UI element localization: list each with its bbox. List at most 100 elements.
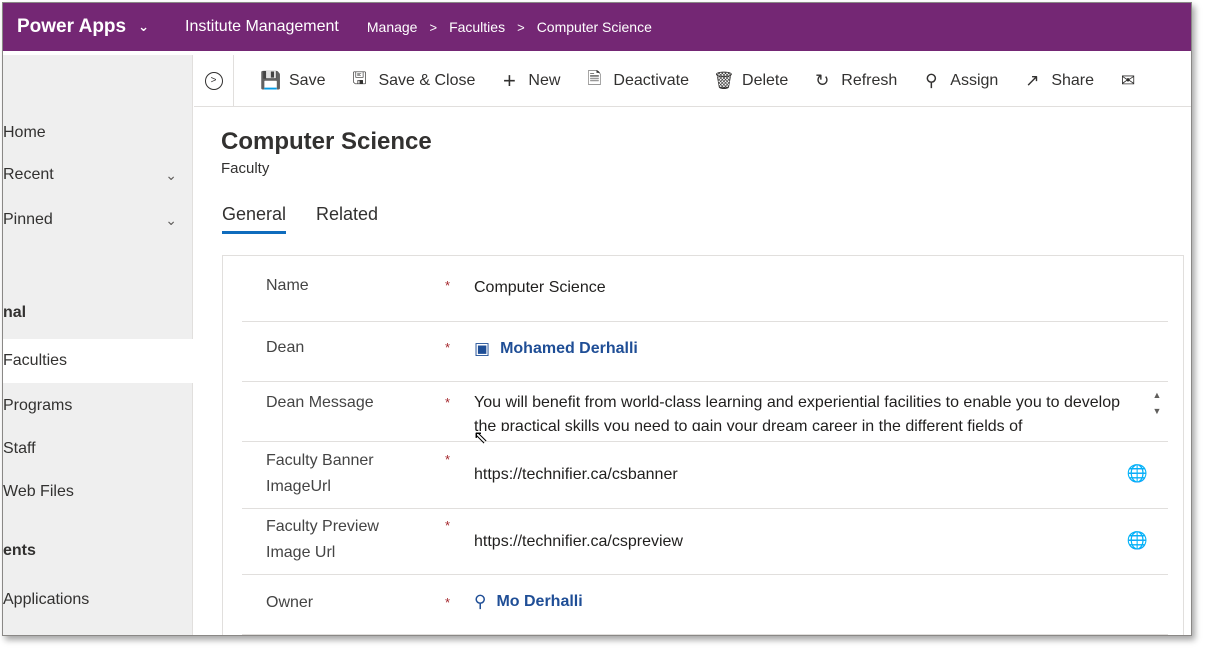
- share-icon: ↗: [1025, 70, 1040, 90]
- breadcrumb-faculties[interactable]: Faculties: [449, 19, 505, 35]
- save-close-button[interactable]: 🖫 Save & Close: [337, 66, 487, 95]
- chevron-right-icon: >: [429, 19, 438, 35]
- preview-url-input[interactable]: https://technifier.ca/cspreview: [474, 533, 683, 551]
- collapse-button[interactable]: >: [194, 54, 234, 107]
- field-row-preview-url: Faculty Preview Image Url * https://tech…: [242, 509, 1168, 575]
- field-label: Image Url: [266, 544, 336, 561]
- brand[interactable]: Power Apps ⌄: [3, 16, 171, 38]
- refresh-icon: ↻: [815, 70, 830, 90]
- delete-label: Delete: [742, 71, 789, 89]
- scroll-up-icon[interactable]: ▲: [1153, 390, 1162, 400]
- globe-icon[interactable]: 🌐: [1127, 531, 1148, 551]
- chevron-down-icon[interactable]: ⌄: [165, 212, 177, 229]
- save-button[interactable]: 💾 Save: [234, 71, 337, 91]
- field-label: ImageUrl: [266, 478, 331, 495]
- top-nav-bar: Power Apps ⌄ Institute Management Manage…: [3, 3, 1191, 51]
- share-button[interactable]: ↗ Share: [1010, 71, 1106, 91]
- sidebar-section-heading: ents: [3, 542, 36, 559]
- user-card-icon: ▣: [474, 339, 491, 358]
- chevron-down-icon[interactable]: ⌄: [138, 19, 149, 35]
- plus-icon: +: [502, 67, 516, 93]
- field-row-name: Name * Computer Science: [242, 256, 1168, 322]
- field-label: Faculty Banner: [266, 452, 374, 469]
- sidebar-item-programs[interactable]: Programs: [3, 394, 193, 418]
- email-link-button[interactable]: ✉: [1106, 71, 1159, 91]
- assign-label: Assign: [950, 71, 999, 89]
- sidebar-item-label: Recent: [3, 166, 54, 183]
- sidebar-item-recent[interactable]: Recent ⌄: [3, 163, 193, 187]
- deactivate-label: Deactivate: [613, 71, 690, 89]
- owner-value[interactable]: Mo Derhalli: [496, 593, 582, 611]
- record-title: Computer Science: [221, 128, 432, 155]
- field-row-banner-url: Faculty Banner ImageUrl * https://techni…: [242, 442, 1168, 509]
- command-bar: > 💾 Save 🖫 Save & Close + New 🗎 Deactiva…: [194, 54, 1191, 107]
- sidebar-item-web-files[interactable]: Web Files: [3, 480, 193, 504]
- field-row-owner: Owner * ⚲ Mo Derhalli: [242, 575, 1168, 635]
- new-button[interactable]: + New: [487, 68, 572, 94]
- scroll-down-icon[interactable]: ▼: [1153, 406, 1162, 416]
- brand-name: Power Apps: [17, 16, 127, 37]
- sidebar-item-label: Applications: [3, 591, 90, 608]
- email-icon: ✉: [1120, 70, 1136, 90]
- assign-icon: ⚲: [925, 70, 938, 90]
- deactivate-button[interactable]: 🗎 Deactivate: [572, 66, 701, 95]
- chevron-right-icon: >: [517, 19, 525, 35]
- chevron-right-circle-icon: >: [204, 71, 223, 90]
- deactivate-icon: 🗎: [587, 69, 602, 88]
- field-row-dean-message: Dean Message * You will benefit from wor…: [242, 382, 1168, 442]
- sidebar-section-heading: nal: [3, 304, 27, 321]
- sidebar-item-staff[interactable]: Staff: [3, 437, 193, 461]
- field-label: Owner: [266, 594, 314, 611]
- sidebar-item-applications[interactable]: Applications: [3, 588, 193, 612]
- refresh-button[interactable]: ↻ Refresh: [800, 71, 909, 91]
- breadcrumb-current: Computer Science: [536, 19, 652, 35]
- banner-url-input[interactable]: https://technifier.ca/csbanner: [474, 466, 678, 484]
- tab-general[interactable]: General: [222, 204, 287, 234]
- save-label: Save: [289, 71, 326, 89]
- sidebar-item-label: Web Files: [3, 483, 74, 500]
- breadcrumb-manage[interactable]: Manage: [367, 19, 418, 35]
- user-icon: ⚲: [474, 592, 487, 611]
- sidebar-item-label: Programs: [3, 397, 73, 414]
- field-label: Name: [266, 277, 309, 294]
- required-indicator: *: [445, 395, 451, 410]
- dean-lookup[interactable]: ▣ Mohamed Derhalli: [474, 339, 638, 359]
- field-label: Faculty Preview: [266, 518, 379, 535]
- record-entity-type: Faculty: [221, 160, 270, 177]
- share-label: Share: [1051, 71, 1095, 89]
- sidebar-item-label: Home: [3, 124, 46, 141]
- save-close-label: Save & Close: [378, 71, 476, 89]
- owner-lookup[interactable]: ⚲ Mo Derhalli: [474, 592, 583, 612]
- field-label: Dean: [266, 339, 305, 356]
- globe-icon[interactable]: 🌐: [1127, 464, 1148, 484]
- dean-value[interactable]: Mohamed Derhalli: [500, 340, 638, 358]
- app-window: Power Apps ⌄ Institute Management Manage…: [2, 2, 1192, 636]
- save-close-icon: 🖫: [352, 69, 367, 88]
- form-section: Name * Computer Science Dean * ▣ Mohamed…: [222, 255, 1184, 635]
- app-name[interactable]: Institute Management: [185, 18, 339, 36]
- sidebar-item-label: Faculties: [3, 352, 68, 369]
- dean-message-textarea[interactable]: You will benefit from world-class learni…: [474, 391, 1144, 431]
- required-indicator: *: [445, 595, 451, 610]
- sidebar-item-pinned[interactable]: Pinned ⌄: [3, 208, 193, 232]
- trash-icon: 🗑: [713, 70, 735, 90]
- sidebar-item-label: Staff: [3, 440, 36, 457]
- required-indicator: *: [445, 340, 451, 355]
- name-input[interactable]: Computer Science: [474, 279, 606, 297]
- new-label: New: [528, 71, 561, 89]
- field-row-dean: Dean * ▣ Mohamed Derhalli: [242, 322, 1168, 382]
- field-label: Dean Message: [266, 394, 374, 411]
- save-icon: 💾: [260, 70, 282, 90]
- breadcrumb: Manage > Faculties > Computer Science: [367, 19, 652, 35]
- chevron-down-icon[interactable]: ⌄: [165, 167, 177, 184]
- delete-button[interactable]: 🗑 Delete: [701, 71, 800, 91]
- tab-related[interactable]: Related: [316, 204, 378, 225]
- textarea-scrollbar[interactable]: ▲ ▼: [1150, 390, 1164, 416]
- required-indicator: *: [445, 518, 451, 533]
- sidebar-item-faculties[interactable]: Faculties: [3, 339, 193, 383]
- sidebar-item-label: Pinned: [3, 211, 53, 228]
- sidebar: Home Recent ⌄ Pinned ⌄ nal Faculties Pro…: [3, 55, 193, 635]
- sidebar-item-home[interactable]: Home: [3, 121, 193, 145]
- required-indicator: *: [445, 452, 451, 467]
- assign-button[interactable]: ⚲ Assign: [909, 71, 1010, 91]
